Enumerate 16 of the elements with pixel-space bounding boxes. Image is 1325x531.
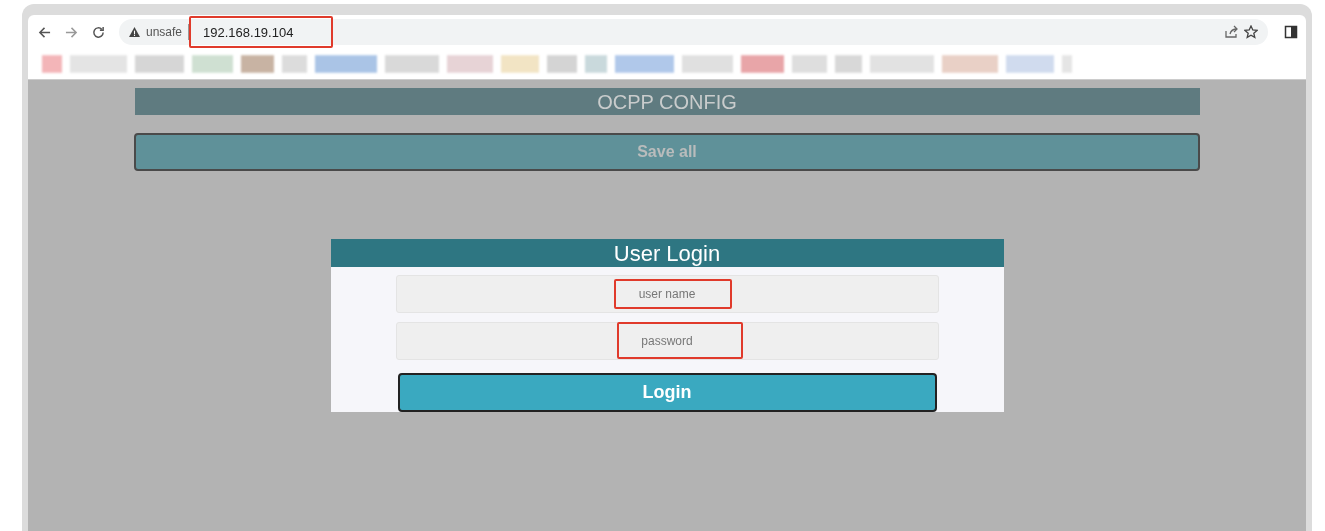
back-icon[interactable]	[38, 25, 51, 39]
star-icon[interactable]	[1244, 25, 1258, 39]
page-header: OCPP CONFIG	[134, 88, 1200, 115]
side-panel-icon[interactable]	[1284, 25, 1298, 39]
reload-icon[interactable]	[92, 25, 105, 39]
input-field[interactable]: user name	[395, 275, 939, 313]
login-button[interactable]: Login	[397, 373, 937, 412]
warning-icon	[129, 27, 140, 37]
save-all-button[interactable]: Save all	[134, 133, 1200, 171]
login-title: User Login	[330, 239, 1004, 267]
forward-icon[interactable]	[65, 25, 78, 39]
address-bar[interactable]: unsafe 192.168.19.104	[119, 19, 1268, 45]
security-label: unsafe	[146, 25, 183, 39]
input-field[interactable]: password	[395, 322, 939, 360]
url-text: 192.168.19.104	[203, 25, 294, 40]
share-icon[interactable]	[1224, 25, 1238, 39]
